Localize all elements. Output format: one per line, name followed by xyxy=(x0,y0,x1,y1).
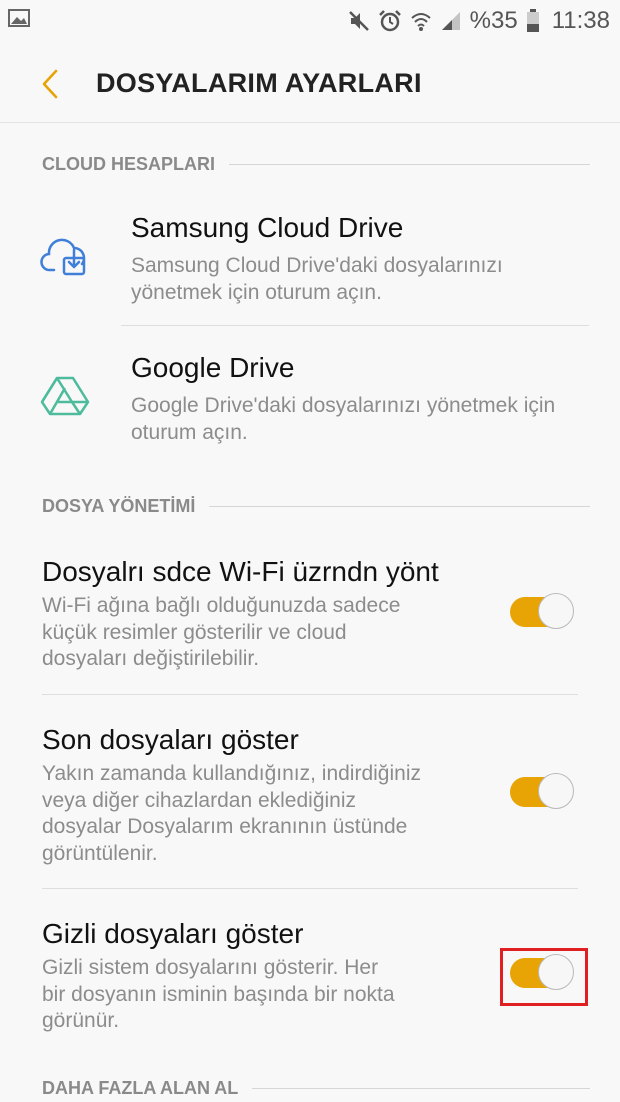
recent-files-toggle[interactable] xyxy=(508,773,576,811)
setting-description-line: veya diğer cihazlardan eklediğiniz xyxy=(42,788,357,812)
status-icons: %35 11:38 xyxy=(348,6,610,36)
section-divider xyxy=(209,505,590,507)
setting-description: Gizli sistem dosyalarını gösterir. Her b… xyxy=(42,955,422,1035)
section-divider xyxy=(252,1087,590,1089)
battery-percentage: %35 xyxy=(469,7,518,34)
item-divider xyxy=(42,694,578,695)
mute-icon xyxy=(348,10,370,32)
setting-description-line: küçük resimler gösterilir ve cloud xyxy=(42,620,347,644)
signal-icon xyxy=(440,10,462,32)
setting-description-line: Yakın zamanda kullandığınız, indirdiğini… xyxy=(42,762,421,785)
wifi-only-toggle[interactable] xyxy=(508,593,576,631)
section-divider xyxy=(229,163,590,165)
section-header-label: DAHA FAZLA ALAN AL xyxy=(42,1077,239,1098)
google-drive-icon xyxy=(40,374,90,423)
app-bar: DOSYALARIM AYARLARI xyxy=(0,46,620,123)
samsung-cloud-drive-item[interactable]: Samsung Cloud Drive Samsung Cloud Drive'… xyxy=(0,196,620,324)
setting-title: Gizli dosyaları göster xyxy=(42,918,304,949)
item-divider xyxy=(42,888,578,889)
google-drive-item[interactable]: Google Drive Google Drive'daki dosyaları… xyxy=(0,336,620,464)
item-title: Samsung Cloud Drive xyxy=(131,212,404,243)
item-subtitle-line: Samsung Cloud Drive'daki dosyalarınızı xyxy=(131,254,503,277)
samsung-cloud-icon xyxy=(40,234,90,283)
setting-title: Son dosyaları göster xyxy=(42,724,299,755)
wifi-only-setting[interactable]: Dosyalrı sdce Wi-Fi üzrndn yönt Wi-Fi ağ… xyxy=(0,540,620,692)
section-header-cloud: CLOUD HESAPLARI xyxy=(42,152,590,176)
item-subtitle-line: Google Drive'daki dosyalarınızı yönetmek… xyxy=(131,394,556,417)
status-bar: %35 11:38 xyxy=(0,0,620,46)
battery-icon xyxy=(526,9,540,33)
section-header-more-space: DAHA FAZLA ALAN AL xyxy=(42,1076,590,1100)
section-header-file-management: DOSYA YÖNETİMİ xyxy=(42,494,590,518)
item-subtitle: Google Drive'daki dosyalarınızı yönetmek… xyxy=(131,392,591,446)
clock: 11:38 xyxy=(551,7,610,34)
toggle-knob xyxy=(538,773,574,809)
page-title: DOSYALARIM AYARLARI xyxy=(96,68,422,98)
setting-description-line: Gizli sistem dosyalarını gösterir. Her xyxy=(42,956,379,979)
setting-description-line: dosyalar Dosyalarım ekranının üstünde xyxy=(42,815,408,838)
item-subtitle-line: oturum açın. xyxy=(131,421,248,444)
setting-description-line: bir dosyanın isminin başında bir nokta xyxy=(42,982,395,1006)
wifi-icon xyxy=(410,10,432,32)
recent-files-setting[interactable]: Son dosyaları göster Yakın zamanda kulla… xyxy=(0,708,620,886)
setting-description-line: görüntülenir. xyxy=(42,841,158,865)
setting-title: Dosyalrı sdce Wi-Fi üzrndn yönt xyxy=(42,556,439,587)
section-header-label: DOSYA YÖNETİMİ xyxy=(42,495,196,516)
setting-description: Yakın zamanda kullandığınız, indirdiğini… xyxy=(42,761,422,867)
toggle-knob xyxy=(538,593,574,629)
setting-description-line: Wi-Fi ağına bağlı olduğunuzda sadece xyxy=(42,594,401,617)
item-divider xyxy=(121,325,589,326)
image-notification-icon xyxy=(8,8,32,28)
chevron-left-icon xyxy=(42,69,58,99)
setting-description: Wi-Fi ağına bağlı olduğunuzda sadece küç… xyxy=(42,593,422,673)
back-button[interactable] xyxy=(30,64,70,104)
alarm-icon xyxy=(378,9,402,33)
setting-description-line: dosyaları değiştirilebilir. xyxy=(42,647,260,670)
setting-description-line: görünür. xyxy=(42,1009,120,1032)
item-subtitle: Samsung Cloud Drive'daki dosyalarınızı y… xyxy=(131,252,591,306)
item-title: Google Drive xyxy=(131,352,295,383)
highlight-annotation xyxy=(500,948,588,1006)
section-header-label: CLOUD HESAPLARI xyxy=(42,153,216,174)
item-subtitle-line: yönetmek için oturum açın. xyxy=(131,281,382,304)
